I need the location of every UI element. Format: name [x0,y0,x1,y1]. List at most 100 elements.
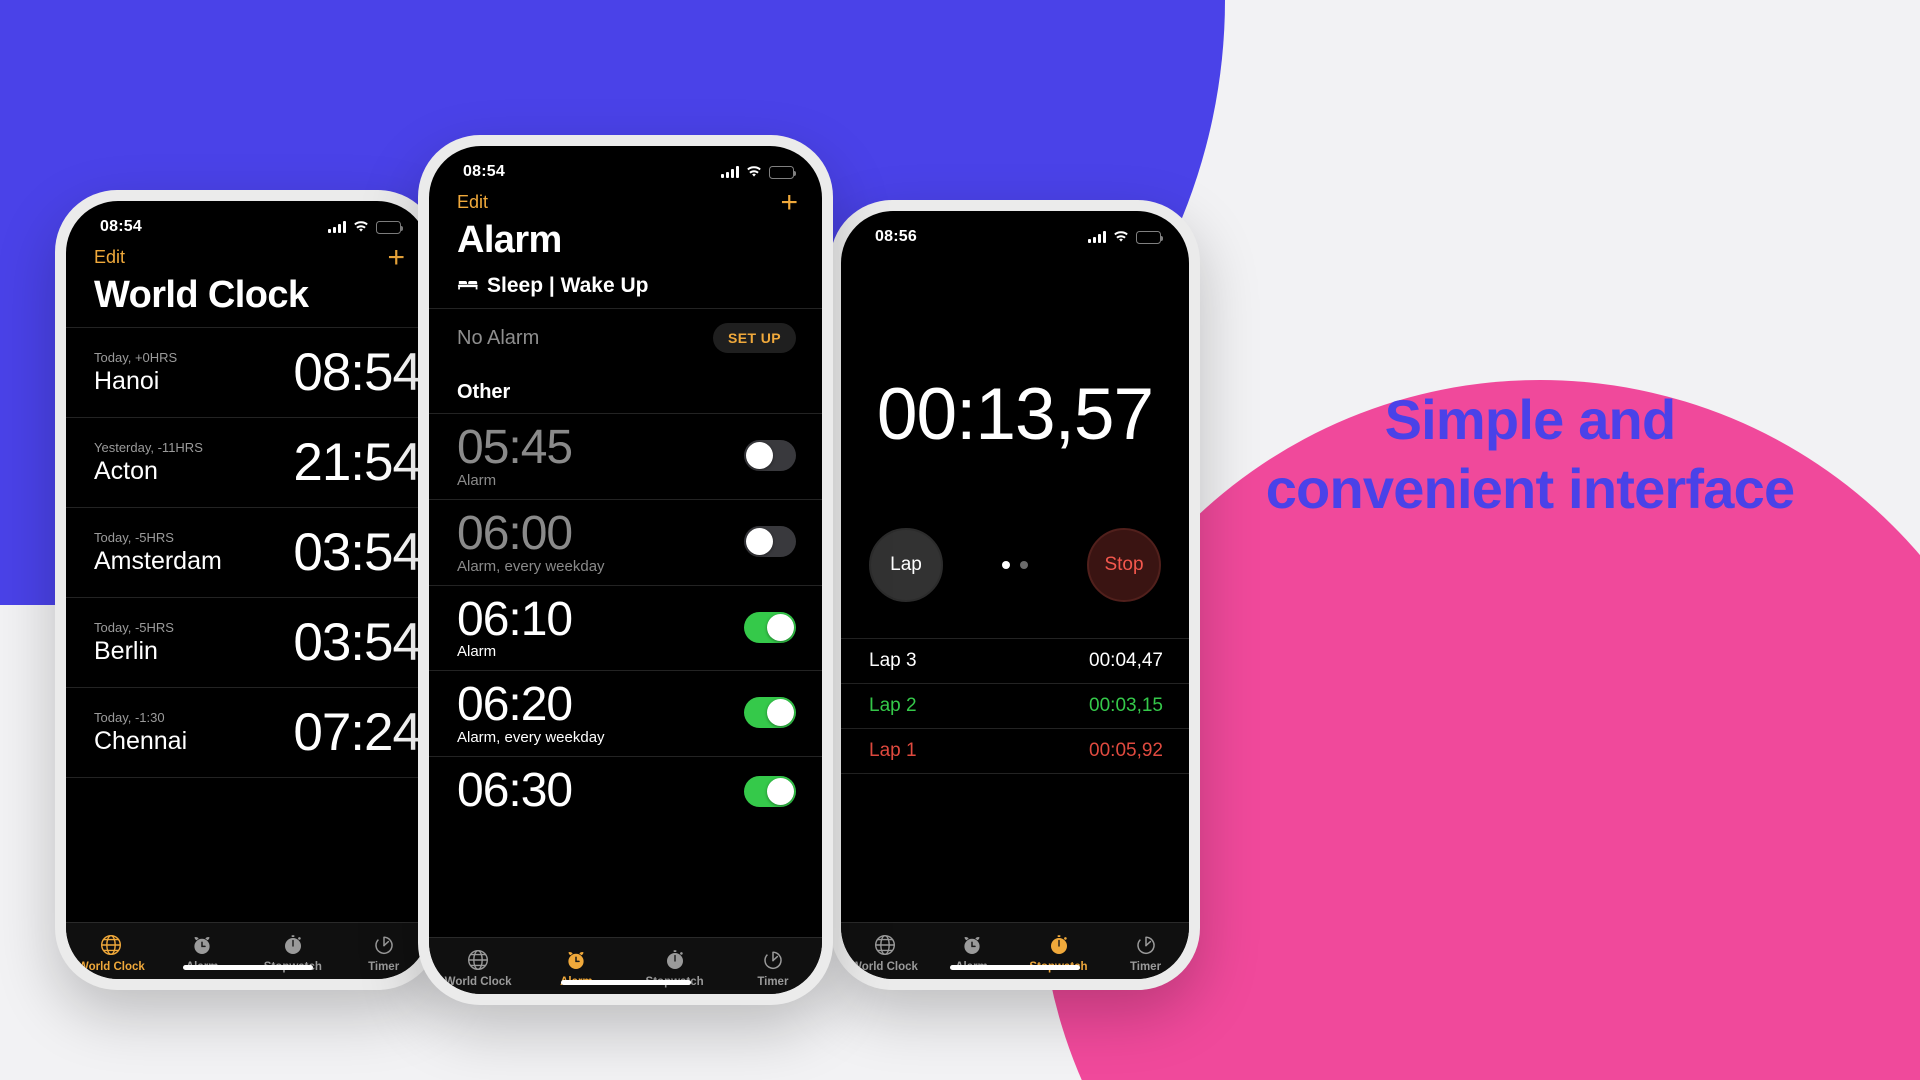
alarm-toggle[interactable] [744,439,796,471]
list-item[interactable]: 06:10 Alarm [429,584,822,671]
city-time: 07:24 [293,703,422,762]
table-row[interactable]: Today, -5HRS Berlin 03:54 [66,597,429,687]
stopwatch-elapsed-time: 00:13,57 [876,374,1154,455]
home-indicator [950,965,1080,970]
edit-button[interactable]: Edit [457,192,488,213]
table-row[interactable]: Today, -5HRS Amsterdam 03:54 [66,507,429,597]
list-item[interactable]: 06:00 Alarm, every weekday [429,498,822,585]
tab-world-clock[interactable]: World Clock [66,932,157,973]
cellular-signal-icon [1088,231,1106,243]
headline-line-2: convenient interface [1265,457,1795,521]
tab-timer[interactable]: Timer [1102,932,1189,973]
lap-list: Lap 3 00:04,47 Lap 2 00:03,15 Lap 1 00:0… [841,638,1189,774]
set-up-button[interactable]: SET UP [713,323,796,353]
list-item[interactable]: 05:45 Alarm [429,413,822,499]
alarm-toggle[interactable] [744,775,796,807]
city-name: Amsterdam [94,546,222,575]
alarm-clock-icon [189,932,215,958]
phone-alarm: 08:54 Edit + Alarm Sleep | Wake Up No Al… [418,135,833,1005]
timezone-offset: Today, +0HRS [94,349,178,365]
page-dots[interactable] [1002,561,1028,569]
tab-world-clock[interactable]: World Clock [841,932,928,973]
phone-world-clock: 08:54 Edit + World Clock Today, +0HRS Ha… [55,190,440,990]
edit-button[interactable]: Edit [94,247,125,268]
phone-stopwatch: 08:56 00:13,57 Lap Stop Lap 3 00:04,47 L… [830,200,1200,990]
battery-icon [1136,230,1163,244]
alarm-label: Alarm, every weekday [457,557,605,575]
timezone-offset: Yesterday, -11HRS [94,439,203,455]
timezone-offset: Today, -5HRS [94,619,174,635]
tab-bar: World Clock Alarm [429,937,822,994]
sleep-wake-up-header[interactable]: Sleep | Wake Up [429,272,822,308]
nav-row: Edit + [66,242,429,272]
wifi-icon [746,166,762,178]
alarm-time: 05:45 [457,421,573,474]
alarm-time: 06:10 [457,592,573,646]
stopwatch-icon [280,932,306,958]
tab-label: Timer [368,961,400,973]
tab-timer[interactable]: Timer [338,932,429,973]
add-alarm-button[interactable]: + [780,187,798,217]
list-item[interactable]: 06:30 [429,756,822,827]
tab-label: World Clock [851,961,918,973]
city-name: Acton [94,456,158,485]
list-item: Lap 2 00:03,15 [841,683,1189,728]
timer-icon [371,932,397,958]
nav-row: Edit + [429,187,822,217]
home-indicator [560,980,691,985]
battery-icon [769,165,796,179]
tab-label: World Clock [77,961,145,973]
alarm-toggle[interactable] [744,697,796,729]
tab-bar: World Clock Alarm [841,922,1189,979]
cellular-signal-icon [328,221,346,233]
timer-icon [1133,932,1159,958]
globe-icon [465,947,491,973]
alarm-label: Alarm [457,471,497,489]
timezone-offset: Today, -5HRS [94,529,174,545]
screen-alarm: 08:54 Edit + Alarm Sleep | Wake Up No Al… [429,146,822,994]
stop-button[interactable]: Stop [1085,526,1163,604]
stopwatch-icon [662,947,688,973]
globe-icon [872,932,898,958]
status-time: 08:56 [875,228,917,245]
globe-icon [98,932,124,958]
no-alarm-label: No Alarm [457,326,540,349]
table-row[interactable]: Today, +0HRS Hanoi 08:54 [66,327,429,417]
bed-icon [457,274,479,298]
tab-timer[interactable]: Timer [724,947,822,988]
world-clock-list: Today, +0HRS Hanoi 08:54 Yesterday, -11H… [66,327,429,778]
status-bar: 08:54 [429,146,822,188]
tab-label: Timer [1129,961,1162,973]
status-bar: 08:54 [66,201,429,243]
alarm-time: 06:30 [457,764,573,818]
screen-title: World Clock [94,274,309,316]
lap-time: 00:04,47 [1089,650,1163,671]
tab-world-clock[interactable]: World Clock [429,947,527,988]
alarm-toggle[interactable] [744,525,796,557]
alarm-clock-icon [959,932,985,958]
page-title: Simple and convenient interface [1180,385,1880,524]
tab-bar: World Clock Alarm [66,922,429,979]
table-row[interactable]: Yesterday, -11HRS Acton 21:54 [66,417,429,507]
table-row[interactable]: Today, -1:30 Chennai 07:24 [66,687,429,778]
headline-line-1: Simple and [1384,388,1677,451]
tab-label: Timer [757,976,789,988]
wifi-icon [1113,231,1129,243]
add-clock-button[interactable]: + [387,242,405,272]
city-name: Hanoi [94,366,160,395]
sleep-wake-label: Sleep | Wake Up [487,274,649,297]
home-indicator [182,965,313,970]
lap-time: 00:03,15 [1089,695,1163,716]
cellular-signal-icon [721,166,739,178]
status-time: 08:54 [100,218,142,235]
lap-name: Lap 1 [869,740,917,761]
city-time: 21:54 [293,433,422,492]
lap-button[interactable]: Lap [867,526,945,604]
timer-icon [760,947,786,973]
city-time: 08:54 [293,343,422,402]
list-item: Lap 3 00:04,47 [841,638,1189,683]
list-item[interactable]: 06:20 Alarm, every weekday [429,670,822,756]
alarm-time: 06:00 [457,506,573,560]
alarm-toggle[interactable] [744,611,796,643]
status-bar: 08:56 [841,211,1189,253]
